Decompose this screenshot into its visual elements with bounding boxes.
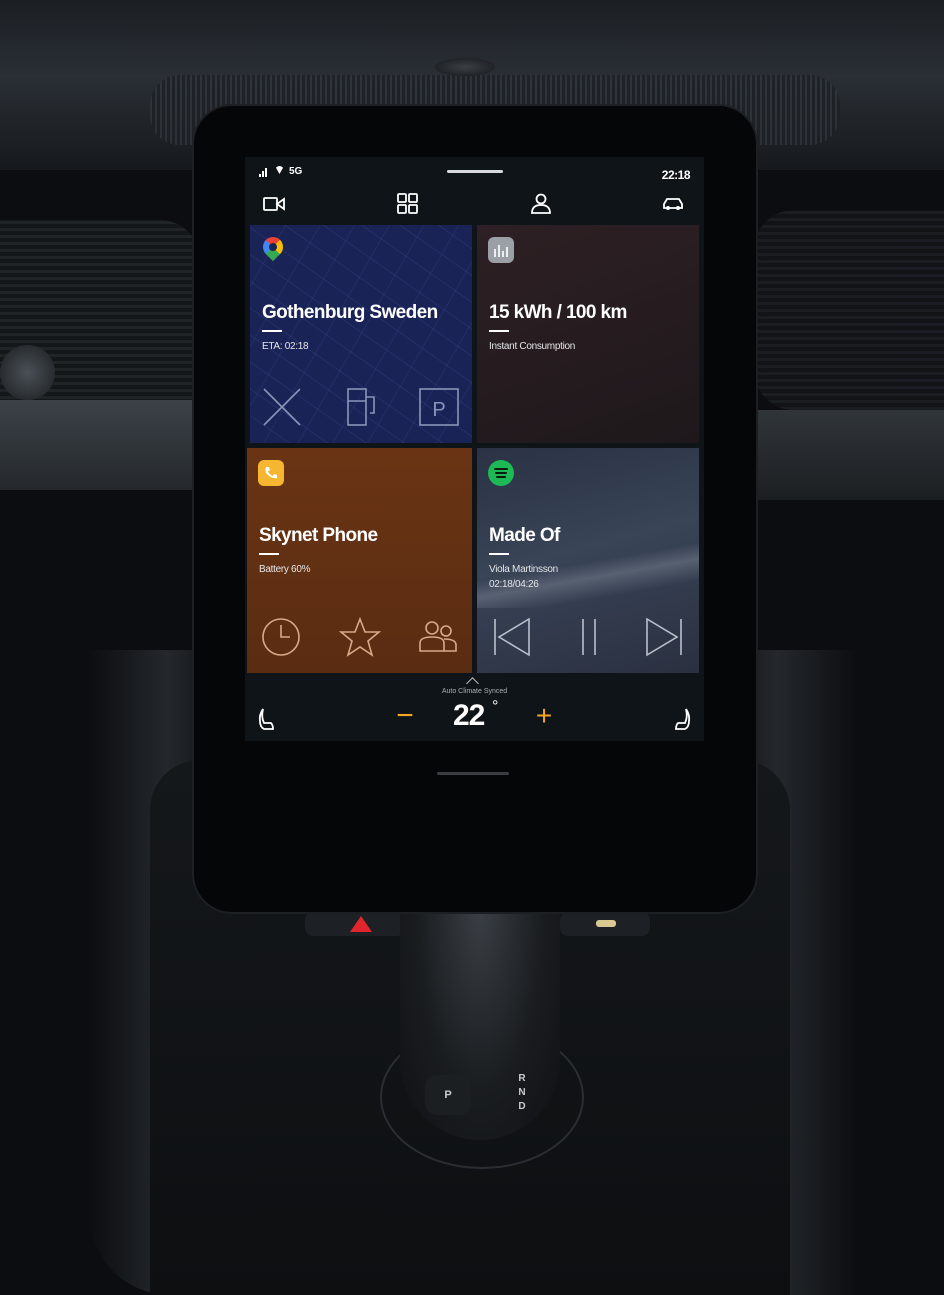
hazard-icon[interactable] bbox=[350, 916, 372, 932]
signal-icon bbox=[259, 167, 269, 177]
car-icon[interactable] bbox=[661, 193, 685, 215]
park-button[interactable]: P bbox=[425, 1075, 471, 1115]
contacts-icon[interactable] bbox=[416, 615, 460, 659]
playback-controls bbox=[477, 615, 699, 659]
gear-r: R bbox=[518, 1073, 526, 1084]
title-underline bbox=[262, 330, 282, 332]
temperature-unit: ° bbox=[492, 698, 499, 715]
network-type: 5G bbox=[289, 166, 303, 177]
gear-d: D bbox=[518, 1101, 526, 1112]
phone-tile[interactable]: Skynet Phone Battery 60% bbox=[247, 448, 472, 673]
favorites-star-icon[interactable] bbox=[338, 615, 382, 659]
display-home-bar bbox=[437, 772, 509, 775]
previous-track-icon[interactable] bbox=[489, 615, 533, 659]
title-underline bbox=[489, 553, 509, 555]
phone-actions bbox=[247, 615, 472, 659]
track-artist: Viola Martinsson bbox=[489, 564, 558, 575]
title-underline bbox=[489, 330, 509, 332]
status-bar: 5G 22:18 bbox=[245, 157, 704, 191]
clock: 22:18 bbox=[661, 168, 691, 182]
fuel-station-icon[interactable] bbox=[340, 385, 384, 429]
close-icon[interactable] bbox=[260, 385, 304, 429]
pause-icon[interactable] bbox=[567, 615, 611, 659]
camera-icon[interactable] bbox=[262, 193, 286, 215]
consumption-value: 15 kWh / 100 km bbox=[489, 302, 627, 323]
track-progress: 02:18/04:26 bbox=[489, 579, 539, 590]
title-underline bbox=[259, 553, 279, 555]
profile-icon[interactable] bbox=[529, 193, 553, 215]
eta-text: ETA: 02:18 bbox=[262, 341, 309, 352]
dash-trim-right bbox=[754, 410, 944, 500]
google-maps-icon[interactable] bbox=[258, 232, 288, 262]
seat-heater-right-icon[interactable] bbox=[670, 707, 692, 733]
climate-status: Auto Climate Synced bbox=[441, 688, 508, 695]
seat-heater-left-icon[interactable] bbox=[257, 707, 279, 733]
wifi-icon bbox=[275, 166, 284, 174]
temperature-decrease-button[interactable]: − bbox=[393, 701, 417, 731]
temperature-increase-button[interactable]: + bbox=[532, 701, 556, 731]
gear-indicator: R N D bbox=[516, 1072, 528, 1114]
destination-title: Gothenburg Sweden bbox=[262, 302, 438, 323]
phone-name: Skynet Phone bbox=[259, 525, 378, 546]
parking-icon[interactable]: P bbox=[418, 385, 462, 429]
infotainment-screen: 5G 22:18 Gothenburg Sweden ETA: 02:18 P bbox=[245, 157, 704, 741]
sun-sensor bbox=[435, 58, 495, 76]
indicator-light-icon bbox=[596, 920, 616, 927]
recents-clock-icon[interactable] bbox=[259, 615, 303, 659]
climate-bar: Auto Climate Synced − 22 ° + bbox=[245, 677, 704, 741]
air-vent-right bbox=[754, 210, 944, 410]
apps-grid-icon[interactable] bbox=[396, 193, 420, 215]
drive-mode-panel bbox=[560, 912, 650, 936]
parking-letter: P bbox=[432, 399, 445, 421]
steering-stalk bbox=[0, 345, 55, 400]
phone-icon[interactable] bbox=[258, 460, 284, 486]
energy-tile[interactable]: 15 kWh / 100 km Instant Consumption bbox=[477, 225, 699, 443]
music-tile[interactable]: Made Of Viola Martinsson 02:18/04:26 bbox=[477, 448, 699, 673]
navigation-tile[interactable]: Gothenburg Sweden ETA: 02:18 P bbox=[250, 225, 472, 443]
consumption-label: Instant Consumption bbox=[489, 341, 576, 352]
gear-n: N bbox=[518, 1087, 526, 1098]
notification-handle[interactable] bbox=[447, 170, 503, 173]
energy-stats-icon[interactable] bbox=[488, 237, 514, 263]
phone-battery: Battery 60% bbox=[259, 564, 311, 575]
spotify-icon[interactable] bbox=[488, 460, 514, 486]
navigation-actions: P bbox=[250, 385, 472, 429]
dash-trim-left bbox=[0, 400, 210, 490]
next-track-icon[interactable] bbox=[643, 615, 687, 659]
temperature-value[interactable]: 22 bbox=[453, 699, 485, 733]
track-title: Made Of bbox=[489, 525, 560, 546]
